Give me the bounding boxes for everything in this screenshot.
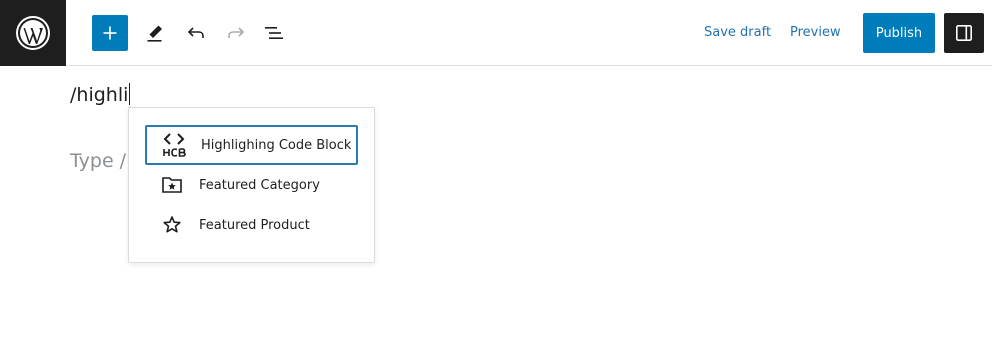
undo-button[interactable]	[180, 17, 212, 49]
text-caret	[129, 83, 131, 105]
redo-icon	[228, 27, 245, 38]
wordpress-logo-button[interactable]	[0, 0, 66, 66]
inserter-item-label: Featured Category	[199, 177, 320, 193]
inserter-item-featured-category[interactable]: Featured Category	[145, 165, 358, 205]
inserter-item-featured-product[interactable]: Featured Product	[145, 205, 358, 245]
preview-button[interactable]: Preview	[790, 22, 841, 44]
sidebar-toggle-icon	[955, 24, 972, 41]
editor-toolbar: Save draft Preview Publish	[0, 0, 992, 66]
publish-button[interactable]: Publish	[863, 13, 935, 53]
slash-command-text: /highli	[70, 84, 129, 106]
undo-icon	[187, 27, 204, 38]
folder-star-icon	[155, 168, 189, 202]
block-inserter-popover: Highlighing Code Block Featured Category…	[128, 107, 375, 263]
hcb-code-icon	[157, 128, 191, 162]
tools-button[interactable]	[139, 17, 171, 49]
save-draft-button[interactable]: Save draft	[704, 22, 771, 44]
paragraph-block[interactable]: /highli	[70, 80, 131, 110]
redo-button[interactable]	[220, 17, 252, 49]
document-overview-button[interactable]	[258, 17, 290, 49]
settings-button[interactable]	[944, 13, 984, 53]
add-block-button[interactable]	[92, 15, 128, 51]
star-icon	[155, 208, 189, 242]
wordpress-logo-icon	[16, 16, 50, 50]
plus-icon	[103, 26, 117, 40]
list-view-icon	[265, 27, 283, 39]
pencil-icon	[147, 25, 162, 42]
block-placeholder[interactable]: Type /	[70, 146, 126, 176]
inserter-item-highlighting-code-block[interactable]: Highlighing Code Block	[145, 125, 358, 165]
inserter-item-label: Highlighing Code Block	[201, 137, 352, 153]
inserter-item-label: Featured Product	[199, 217, 310, 233]
